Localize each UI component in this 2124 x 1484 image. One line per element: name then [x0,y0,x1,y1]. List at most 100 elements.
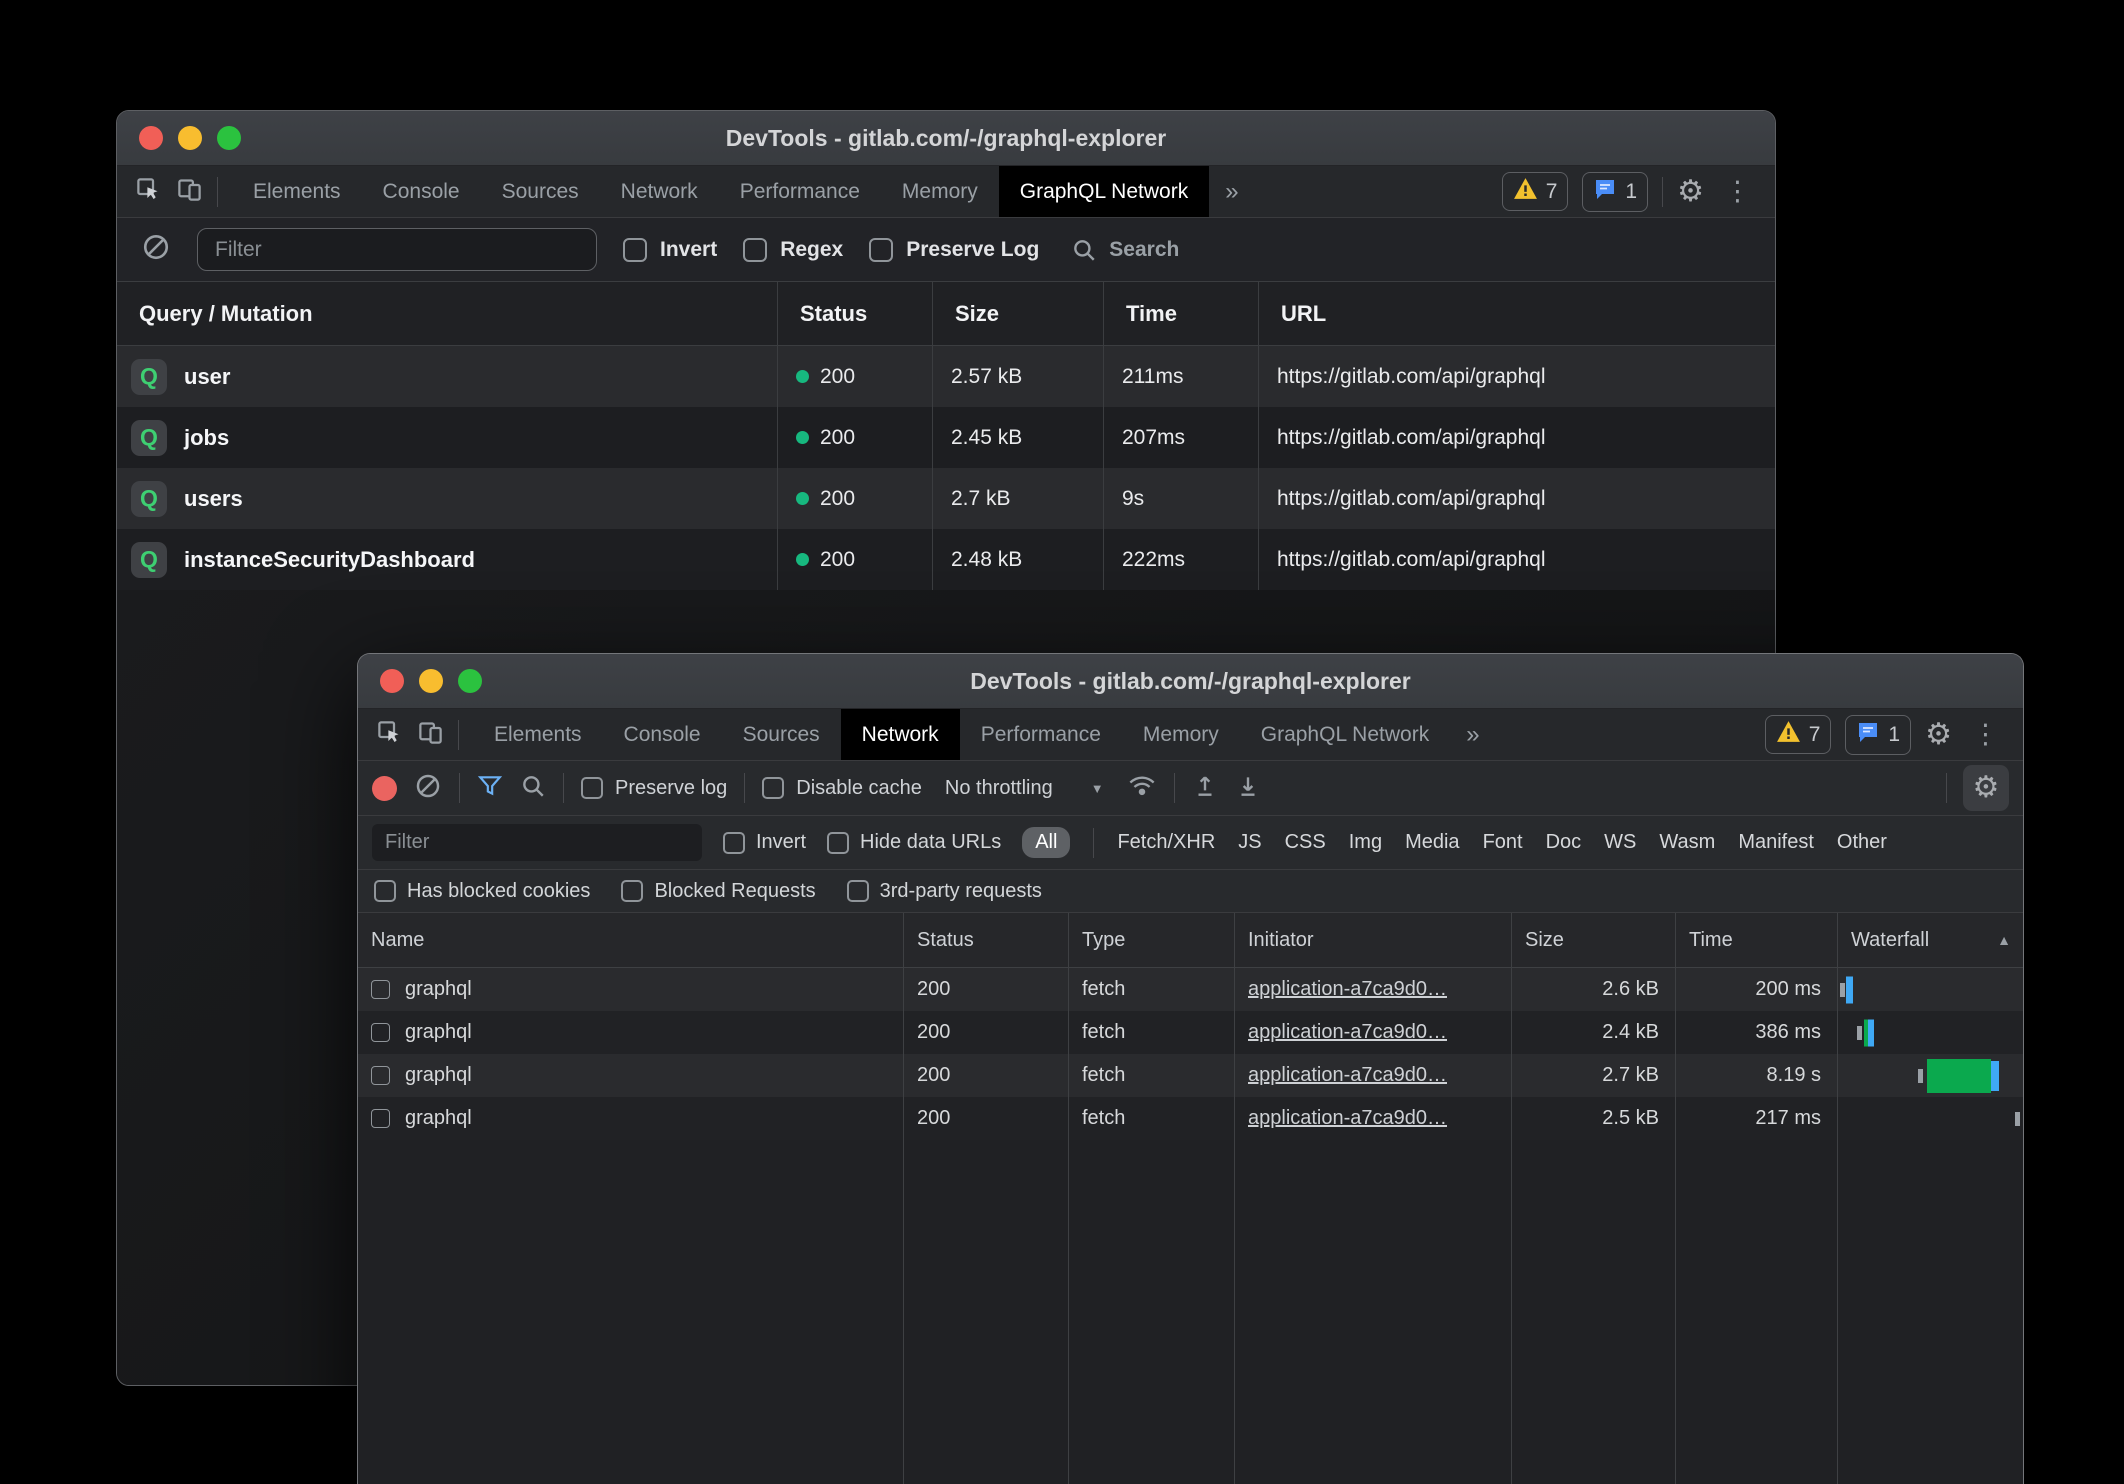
type-filter-css[interactable]: CSS [1285,831,1326,854]
third-party-requests-checkbox[interactable] [847,880,869,902]
initiator-link[interactable]: application-a7ca9d0… [1248,1054,1447,1097]
network-filter-input[interactable] [372,824,702,861]
tab-memory[interactable]: Memory [881,166,999,217]
column-header-time[interactable]: Time [1103,282,1258,345]
inspect-element-icon[interactable] [135,176,162,208]
type-filter-media[interactable]: Media [1405,831,1459,854]
filter-funnel-icon[interactable] [477,773,503,804]
table-row[interactable]: graphql 200 fetch application-a7ca9d0… 2… [358,1011,2023,1054]
third-party-requests-checkbox-item[interactable]: 3rd-party requests [847,880,1042,903]
tab-console[interactable]: Console [603,709,722,760]
initiator-link[interactable]: application-a7ca9d0… [1248,1011,1447,1054]
column-header-status[interactable]: Status [903,913,1068,967]
column-header-type[interactable]: Type [1068,913,1234,967]
tab-sources[interactable]: Sources [722,709,841,760]
table-row[interactable]: Q users 200 2.7 kB 9s https://gitlab.com… [117,468,1775,529]
tab-graphql-network[interactable]: GraphQL Network [999,166,1209,217]
column-header-size[interactable]: Size [1511,913,1675,967]
search-icon[interactable] [520,773,546,804]
column-header-initiator[interactable]: Initiator [1234,913,1511,967]
record-network-log-button[interactable] [372,776,397,801]
table-row[interactable]: graphql 200 fetch application-a7ca9d0… 2… [358,968,2023,1011]
regex-checkbox[interactable] [743,238,767,262]
type-filter-wasm[interactable]: Wasm [1659,831,1715,854]
more-tabs-icon[interactable]: » [1209,166,1254,217]
preserve-log-checkbox[interactable] [581,777,603,799]
block-clear-icon[interactable] [141,232,171,267]
column-header-url[interactable]: URL [1258,282,1775,345]
type-filter-doc[interactable]: Doc [1546,831,1582,854]
type-filter-fetch-xhr[interactable]: Fetch/XHR [1117,831,1215,854]
import-har-icon[interactable] [1192,773,1218,804]
tab-performance[interactable]: Performance [960,709,1122,760]
column-header-query-mutation[interactable]: Query / Mutation [117,282,777,345]
hide-data-urls-checkbox-item[interactable]: Hide data URLs [827,831,1001,854]
type-filter-font[interactable]: Font [1483,831,1523,854]
tab-elements[interactable]: Elements [473,709,603,760]
table-row[interactable]: Q instanceSecurityDashboard 200 2.48 kB … [117,529,1775,590]
column-header-waterfall[interactable]: Waterfall ▲ [1837,913,2023,967]
hide-data-urls-checkbox[interactable] [827,832,849,854]
preserve-log-checkbox-item[interactable]: Preserve Log [869,238,1039,262]
graphql-filter-input[interactable] [197,228,597,271]
column-header-name[interactable]: Name [358,913,903,967]
device-toolbar-icon[interactable] [176,176,203,208]
tab-console[interactable]: Console [362,166,481,217]
inspect-element-icon[interactable] [376,719,403,751]
type-filter-manifest[interactable]: Manifest [1738,831,1814,854]
has-blocked-cookies-checkbox-item[interactable]: Has blocked cookies [374,880,590,903]
row-checkbox[interactable] [371,980,390,999]
clear-network-log-icon[interactable] [414,772,442,805]
tab-performance[interactable]: Performance [719,166,881,217]
warnings-badge[interactable]: 7 [1502,172,1569,211]
table-row[interactable]: graphql 200 fetch application-a7ca9d0… 2… [358,1097,2023,1140]
kebab-menu-icon[interactable]: ⋮ [1966,721,2005,748]
type-filter-js[interactable]: JS [1238,831,1261,854]
invert-checkbox-item[interactable]: Invert [623,238,717,262]
more-tabs-icon[interactable]: » [1450,709,1495,760]
invert-checkbox[interactable] [623,238,647,262]
messages-badge[interactable]: 1 [1582,172,1648,212]
invert-checkbox[interactable] [723,832,745,854]
tab-graphql-network[interactable]: GraphQL Network [1240,709,1450,760]
type-filter-img[interactable]: Img [1349,831,1382,854]
blocked-requests-checkbox[interactable] [621,880,643,902]
tab-sources[interactable]: Sources [481,166,600,217]
device-toolbar-icon[interactable] [417,719,444,751]
type-filter-other[interactable]: Other [1837,831,1887,854]
disable-cache-checkbox[interactable] [762,777,784,799]
disable-cache-checkbox-item[interactable]: Disable cache [762,777,922,800]
network-conditions-icon[interactable] [1127,772,1157,805]
has-blocked-cookies-checkbox[interactable] [374,880,396,902]
kebab-menu-icon[interactable]: ⋮ [1718,178,1757,205]
preserve-log-checkbox[interactable] [869,238,893,262]
row-checkbox[interactable] [371,1109,390,1128]
initiator-link[interactable]: application-a7ca9d0… [1248,1097,1447,1140]
table-row[interactable]: Q jobs 200 2.45 kB 207ms https://gitlab.… [117,407,1775,468]
network-settings-button[interactable]: ⚙ [1963,765,2009,811]
initiator-link[interactable]: application-a7ca9d0… [1248,968,1447,1011]
row-checkbox[interactable] [371,1023,390,1042]
table-row[interactable]: graphql 200 fetch application-a7ca9d0… 2… [358,1054,2023,1097]
tab-network[interactable]: Network [841,709,960,760]
settings-gear-icon[interactable]: ⚙ [1925,720,1952,750]
settings-gear-icon[interactable]: ⚙ [1677,177,1704,207]
tab-elements[interactable]: Elements [232,166,362,217]
column-header-status[interactable]: Status [777,282,932,345]
messages-badge[interactable]: 1 [1845,715,1911,755]
search-control[interactable]: Search [1071,237,1179,263]
regex-checkbox-item[interactable]: Regex [743,238,843,262]
column-header-size[interactable]: Size [932,282,1103,345]
export-har-icon[interactable] [1235,773,1261,804]
preserve-log-checkbox-item[interactable]: Preserve log [581,777,727,800]
invert-checkbox-item[interactable]: Invert [723,831,806,854]
throttling-dropdown[interactable]: No throttling ▼ [939,777,1110,800]
row-checkbox[interactable] [371,1066,390,1085]
warnings-badge[interactable]: 7 [1765,715,1832,754]
type-filter-all[interactable]: All [1022,827,1070,858]
blocked-requests-checkbox-item[interactable]: Blocked Requests [621,880,815,903]
type-filter-ws[interactable]: WS [1604,831,1636,854]
tab-memory[interactable]: Memory [1122,709,1240,760]
column-header-time[interactable]: Time [1675,913,1837,967]
table-row[interactable]: Q user 200 2.57 kB 211ms https://gitlab.… [117,346,1775,407]
